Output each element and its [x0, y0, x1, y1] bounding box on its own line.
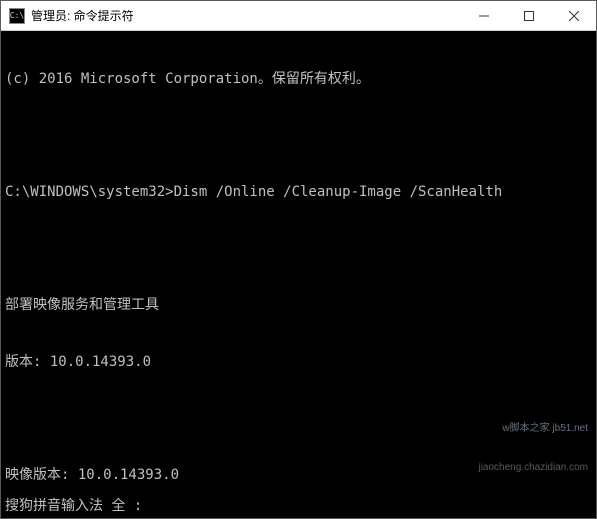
terminal-line: C:\WINDOWS\system32>Dism /Online /Cleanu… [5, 183, 592, 202]
app-icon: C:\ [9, 8, 25, 24]
minimize-icon [479, 11, 489, 21]
maximize-button[interactable] [506, 1, 551, 30]
terminal-blank [5, 126, 592, 145]
app-icon-text: C:\ [10, 12, 24, 20]
titlebar[interactable]: C:\ 管理员: 命令提示符 [1, 1, 596, 31]
terminal-line: (c) 2016 Microsoft Corporation。保留所有权利。 [5, 70, 592, 89]
ime-status: 搜狗拼音输入法 全 : [5, 497, 142, 516]
terminal-area[interactable]: (c) 2016 Microsoft Corporation。保留所有权利。 C… [1, 31, 596, 518]
window-title: 管理员: 命令提示符 [31, 7, 461, 24]
window-controls [461, 1, 596, 30]
terminal-line: 部署映像服务和管理工具 [5, 296, 592, 315]
terminal-blank [5, 410, 592, 429]
maximize-icon [524, 11, 534, 21]
close-icon [569, 11, 579, 21]
terminal-line: 映像版本: 10.0.14393.0 [5, 466, 592, 485]
terminal-line: 版本: 10.0.14393.0 [5, 353, 592, 372]
terminal-blank [5, 240, 592, 259]
close-button[interactable] [551, 1, 596, 30]
minimize-button[interactable] [461, 1, 506, 30]
cmd-window: C:\ 管理员: 命令提示符 (c) 2016 Microsoft Corpor… [0, 0, 597, 519]
